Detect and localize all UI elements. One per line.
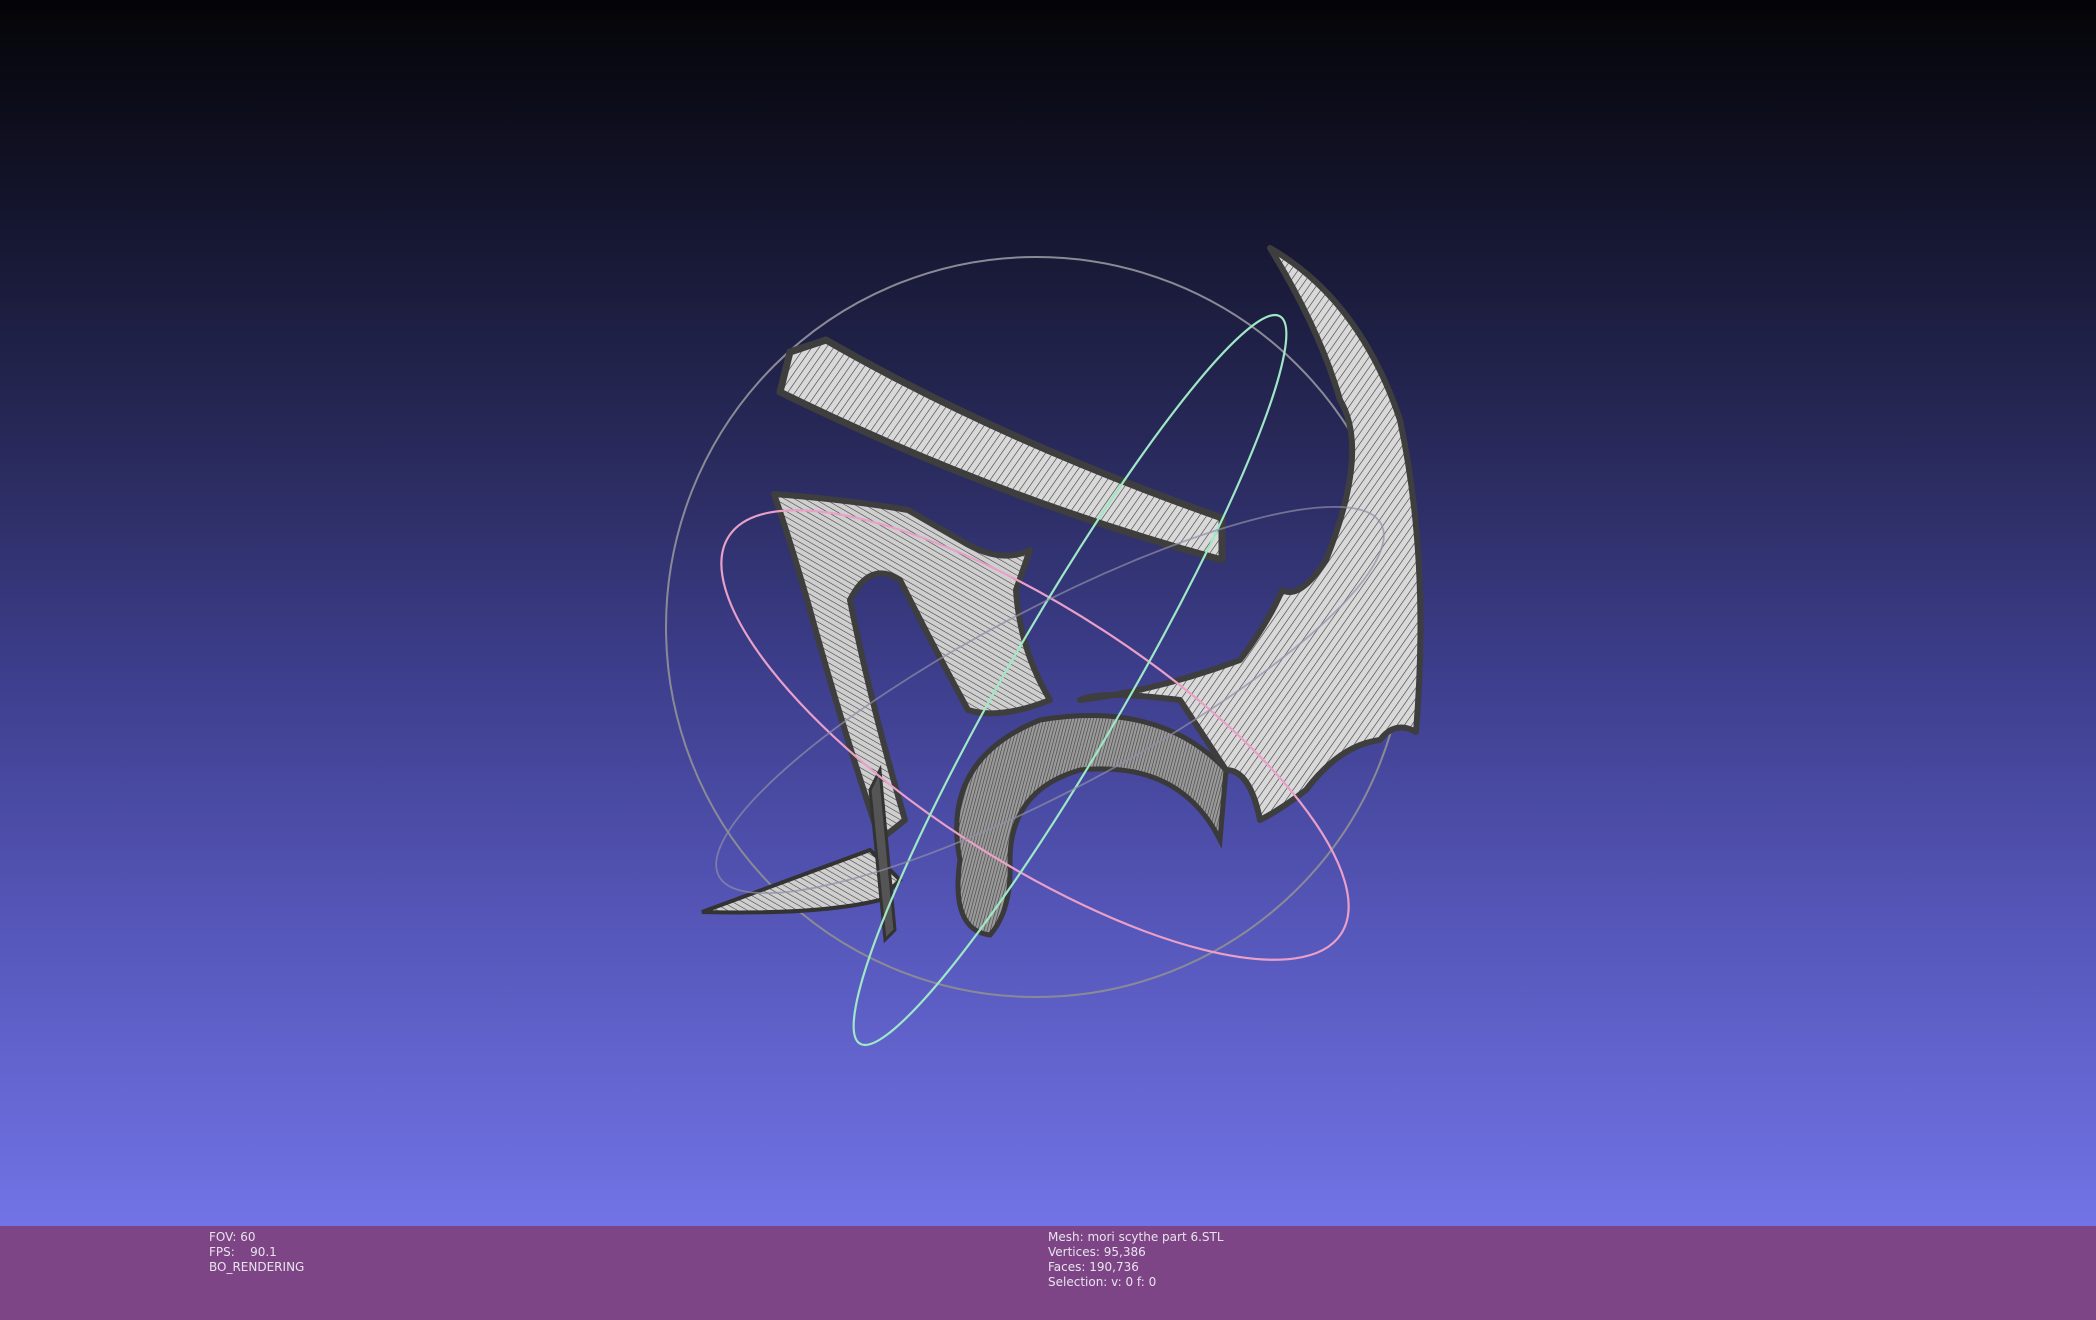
vertices-label: Vertices: xyxy=(1048,1245,1100,1259)
fov-value: 60 xyxy=(240,1230,256,1244)
render-info: FOV: 60 FPS: 90.1 BO_RENDERING xyxy=(209,1230,304,1275)
mesh-name-readout: Mesh: mori scythe part 6.STL xyxy=(1048,1230,1224,1245)
fps-label: FPS: xyxy=(209,1245,235,1259)
mesh-label: Mesh: xyxy=(1048,1230,1084,1244)
selection-value: v: 0 f: 0 xyxy=(1111,1275,1157,1289)
vertices-readout: Vertices: 95,386 xyxy=(1048,1245,1224,1260)
3d-viewport[interactable] xyxy=(0,0,2096,1226)
fps-value: 90.1 xyxy=(250,1245,277,1259)
mesh-spike xyxy=(701,847,903,915)
mesh-info: Mesh: mori scythe part 6.STL Vertices: 9… xyxy=(1048,1230,1224,1290)
mesh-scene[interactable] xyxy=(0,0,2096,1226)
fov-label: FOV: xyxy=(209,1230,237,1244)
render-mode: BO_RENDERING xyxy=(209,1260,305,1274)
faces-readout: Faces: 190,736 xyxy=(1048,1260,1224,1275)
vertices-value: 95,386 xyxy=(1103,1245,1146,1259)
mesh-name: mori scythe part 6.STL xyxy=(1087,1230,1224,1244)
selection-label: Selection: xyxy=(1048,1275,1108,1289)
info-bar: FOV: 60 FPS: 90.1 BO_RENDERING Mesh: mor… xyxy=(0,1226,2096,1320)
faces-label: Faces: xyxy=(1048,1260,1086,1274)
fov-readout: FOV: 60 xyxy=(209,1230,304,1245)
fps-readout: FPS: 90.1 xyxy=(209,1245,304,1260)
faces-value: 190,736 xyxy=(1089,1260,1139,1274)
selection-readout: Selection: v: 0 f: 0 xyxy=(1048,1275,1224,1290)
